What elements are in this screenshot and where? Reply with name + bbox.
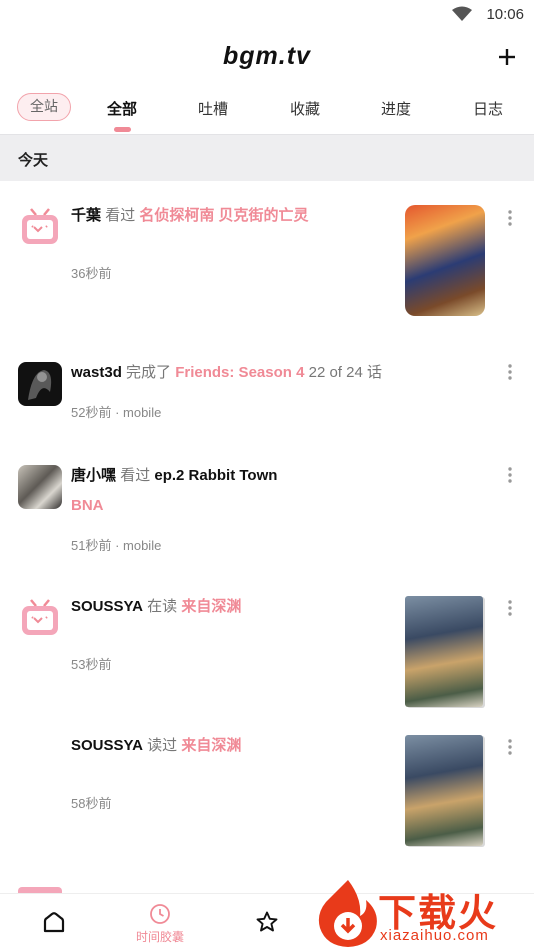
more-vert-icon[interactable] <box>503 737 517 757</box>
timestamp: 36秒前 <box>71 266 112 281</box>
username[interactable]: SOUSSYA <box>71 737 143 754</box>
timestamp: 58秒前 <box>71 796 112 811</box>
progress-text: 22 of 24 话 <box>308 364 382 381</box>
tv-icon <box>22 208 58 244</box>
avatar[interactable] <box>18 206 62 250</box>
activity-text: SOUSSYA 读过 来自深渊 <box>71 735 394 757</box>
subject-link[interactable]: BNA <box>71 497 104 514</box>
cover-image[interactable] <box>405 735 483 846</box>
app-bar: bgm.tv <box>0 30 534 86</box>
tv-icon <box>22 599 58 635</box>
tab-collections[interactable]: 收藏 <box>275 98 335 119</box>
feed-item[interactable]: SOUSSYA 在读 来自深渊 53秒前 <box>0 596 534 707</box>
nav-timeline[interactable]: 时间胶囊 <box>120 894 200 949</box>
flame-logo-icon <box>318 880 377 947</box>
more-vert-icon[interactable] <box>503 362 517 382</box>
activity-text: SOUSSYA 在读 来自深渊 <box>71 596 394 618</box>
action-text: 完成了 <box>126 364 172 381</box>
section-header: 今天 <box>0 134 534 181</box>
status-bar: 10:06 <box>0 0 534 30</box>
more-vert-icon[interactable] <box>503 598 517 618</box>
timestamp: 52秒前 · mobile <box>71 405 162 420</box>
feed-item[interactable]: 唐小嘿 看过 ep.2 Rabbit Town BNA 51秒前 · mobil… <box>0 465 534 555</box>
action-text: 在读 <box>147 598 178 615</box>
cover-image[interactable] <box>405 596 483 707</box>
tab-all[interactable]: 全部 <box>92 98 152 119</box>
feed-item[interactable]: 千葉 看过 名侦探柯南 贝克街的亡灵 36秒前 <box>0 205 534 325</box>
watermark-url: xiazaihuo.com <box>380 927 489 944</box>
action-text: 读过 <box>147 737 178 754</box>
scope-chip[interactable]: 全站 <box>17 93 71 121</box>
username[interactable]: 千葉 <box>71 207 101 224</box>
avatar-art <box>28 370 52 400</box>
more-vert-icon[interactable] <box>503 208 517 228</box>
section-title: 今天 <box>18 152 49 169</box>
subject-link[interactable]: 来自深渊 <box>181 598 241 615</box>
avatar[interactable] <box>18 362 62 406</box>
tab-bar: 全站 全部 吐槽 收藏 进度 日志 <box>0 86 534 134</box>
wifi-icon <box>452 6 472 21</box>
cover-image[interactable] <box>405 205 485 316</box>
home-icon <box>43 912 65 933</box>
status-time: 10:06 <box>486 6 524 23</box>
watermark: 下载火 xiazaihuo.com <box>316 878 534 949</box>
action-text: 看过 <box>105 207 136 224</box>
timestamp: 51秒前 · mobile <box>71 538 162 553</box>
nav-home[interactable] <box>20 894 88 949</box>
action-text: 看过 <box>120 467 151 484</box>
avatar[interactable] <box>18 465 62 509</box>
tab-blog[interactable]: 日志 <box>458 98 518 119</box>
subject-link[interactable]: 名侦探柯南 贝克街的亡灵 <box>139 207 308 224</box>
more-vert-icon[interactable] <box>503 465 517 485</box>
tab-comments[interactable]: 吐槽 <box>183 98 243 119</box>
nav-timeline-label: 时间胶囊 <box>135 930 184 944</box>
tab-progress[interactable]: 进度 <box>366 98 426 119</box>
activity-text: wast3d 完成了 Friends: Season 4 22 of 24 话 <box>71 362 490 384</box>
app-logo: bgm.tv <box>223 42 311 70</box>
username[interactable]: wast3d <box>71 364 122 381</box>
star-icon <box>256 911 278 932</box>
tab-indicator <box>114 127 131 132</box>
username[interactable]: 唐小嘿 <box>71 467 116 484</box>
feed-item[interactable]: SOUSSYA 读过 来自深渊 58秒前 <box>0 735 534 846</box>
username[interactable]: SOUSSYA <box>71 598 143 615</box>
activity-text: 唐小嘿 看过 ep.2 Rabbit Town <box>71 465 490 487</box>
activity-text: 千葉 看过 名侦探柯南 贝克街的亡灵 <box>71 205 394 227</box>
subject-link[interactable]: Friends: Season 4 <box>175 364 304 381</box>
plus-icon[interactable] <box>494 44 520 70</box>
nav-favorites[interactable] <box>233 894 301 949</box>
feed-item[interactable]: wast3d 完成了 Friends: Season 4 22 of 24 话 … <box>0 362 534 432</box>
timestamp: 53秒前 <box>71 657 112 672</box>
avatar[interactable] <box>18 597 62 641</box>
subject-link[interactable]: 来自深渊 <box>181 737 241 754</box>
episode-link[interactable]: ep.2 Rabbit Town <box>154 467 277 484</box>
clock-icon <box>150 904 170 924</box>
